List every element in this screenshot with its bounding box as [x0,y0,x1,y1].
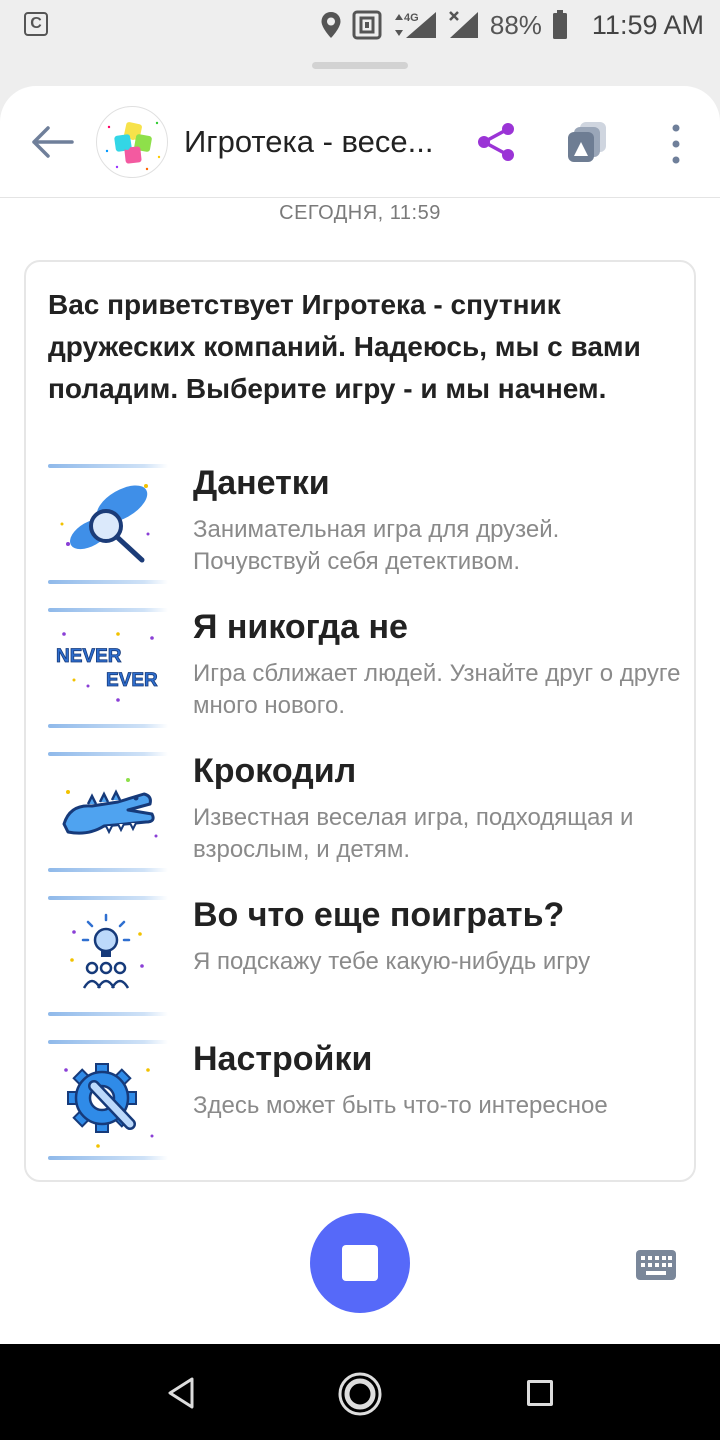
item-description: Известная веселая игра, подходящая и взр… [193,804,634,863]
more-vertical-icon[interactable] [664,122,688,166]
lightbulb-people-icon [70,913,144,989]
list-item-more-games[interactable]: Во что еще поиграть? Я подскажу тебе как… [48,896,678,1016]
item-title: Крокодил [193,752,357,790]
system-nav-bar [0,1344,720,1440]
item-thumbnail [48,896,168,1016]
chat-date: СЕГОДНЯ, 11:59 [279,202,441,224]
item-title: Настройки [193,1040,373,1078]
clock: 11:59 AM [591,9,704,40]
item-description: Занимательная игра для друзей. Почувству… [193,516,560,575]
greeting-text: Вас приветствует Игротека - спутник друж… [48,289,641,404]
keyboard-icon[interactable] [636,1250,676,1280]
network-type-label: 4G [404,12,419,24]
nfc-icon [352,10,382,40]
cards-icon[interactable] [564,120,610,164]
list-item-never-ever[interactable]: NEVER EVER Я никогда не Игра сближает лю… [48,608,680,728]
stop-icon [342,1245,378,1281]
item-title: Я никогда не [193,608,408,646]
status-bar: C 4G 88% 11:59 AM [0,0,720,50]
footprint-magnifier-icon [60,484,150,563]
nav-back-icon[interactable] [166,1376,196,1410]
battery-icon [552,10,567,39]
item-thumbnail [48,752,168,872]
battery-percent: 88% [489,9,542,40]
signal-4g-icon: 4G [394,12,436,38]
item-title: Во что еще поиграть? [193,896,565,934]
status-icons: 4G 88% 11:59 AM [320,8,704,42]
item-description: Я подскажу тебе какую-нибудь игру [193,948,591,975]
chat-sheet: Игротека - весе... СЕГОДНЯ, 11:59 Вас пр… [0,86,720,1344]
item-description: Здесь может быть что-то интересное [193,1092,608,1119]
location-icon [321,12,341,38]
list-item-settings[interactable]: Настройки Здесь может быть что-то интере… [48,1040,678,1160]
notification-c-icon: C [24,12,48,36]
never-ever-icon: NEVER EVER [56,632,158,702]
puzzle-avatar[interactable] [96,106,168,178]
sheet-drag-handle[interactable] [312,62,408,69]
item-thumbnail [48,464,168,584]
ever-label: EVER [106,670,158,691]
stop-button[interactable] [310,1213,410,1313]
item-thumbnail: NEVER EVER [48,608,168,728]
chat-header: Игротека - весе... [0,86,720,198]
crocodile-icon [62,778,158,838]
gear-wrench-icon [64,1063,154,1148]
item-description: Игра сближает людей. Узнайте друг о друг… [193,660,681,719]
item-thumbnail [48,1040,168,1160]
item-title: Данетки [193,464,330,502]
back-arrow-icon[interactable] [28,122,76,162]
list-item-crocodile[interactable]: Крокодил Известная веселая игра, подходя… [48,752,678,872]
puzzle-logo-icon [105,121,161,171]
signal-x-icon [448,11,478,38]
list-item-danetki[interactable]: Данетки Занимательная игра для друзей. П… [48,464,678,584]
share-icon[interactable] [474,120,518,164]
nav-home-icon[interactable] [337,1371,383,1417]
message-card: Вас приветствует Игротека - спутник друж… [24,260,696,1182]
chat-title: Игротека - весе... [184,124,434,159]
never-label: NEVER [56,646,122,667]
nav-recent-icon[interactable] [527,1380,553,1406]
